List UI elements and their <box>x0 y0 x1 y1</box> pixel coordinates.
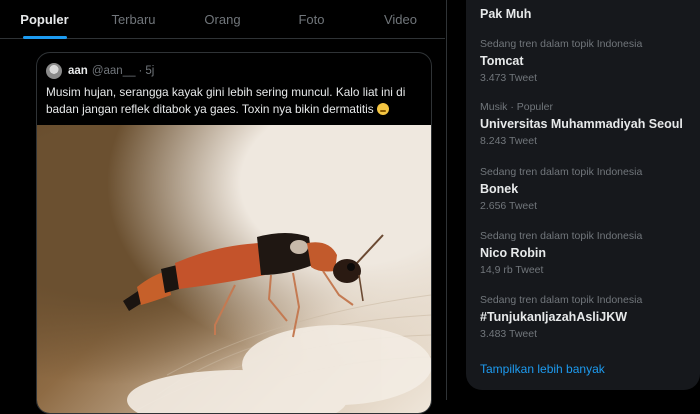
trend-item-tomcat[interactable]: Sedang tren dalam topik Indonesia Tomcat… <box>480 38 642 85</box>
search-tabs: Populer Terbaru Orang Foto Video <box>0 0 445 39</box>
tab-populer[interactable]: Populer <box>0 0 89 38</box>
trend-category: Sedang tren dalam topik Indonesia <box>480 166 643 178</box>
tab-foto[interactable]: Foto <box>267 0 356 38</box>
trend-item-pak-muh[interactable]: Pak Muh <box>480 4 531 22</box>
trend-count: 2.656 Tweet <box>480 200 538 212</box>
tab-label: Foto <box>298 11 325 27</box>
trend-item-universitas[interactable]: Musik · Populer Universitas Muhammadiyah… <box>480 101 683 148</box>
trend-name: Nico Robin <box>480 246 546 260</box>
trend-name: Tomcat <box>480 54 524 68</box>
tab-terbaru[interactable]: Terbaru <box>89 0 178 38</box>
previous-tweet-fragment <box>36 38 106 42</box>
quoted-tweet-card[interactable]: aan @aan__ · 5j Musim hujan, serangga ka… <box>36 52 432 414</box>
trend-count: 3.473 Tweet <box>480 72 538 84</box>
tweet-photo[interactable] <box>37 125 431 413</box>
tab-label: Populer <box>20 11 69 27</box>
trend-name: #TunjukanIjazahAsliJKW <box>480 310 628 324</box>
face-emoji-icon <box>376 103 389 115</box>
tab-label: Terbaru <box>111 11 156 27</box>
trend-name: Bonek <box>480 182 519 196</box>
tab-label: Video <box>383 11 417 27</box>
trend-category: Sedang tren dalam topik Indonesia <box>480 38 643 50</box>
tweet-header: aan @aan__ · 5j <box>46 63 154 79</box>
trend-count: 8.243 Tweet <box>480 135 538 147</box>
trend-category: Sedang tren dalam topik Indonesia <box>480 294 643 306</box>
tweet-separator: · <box>138 65 143 77</box>
tab-label: Orang <box>204 11 241 27</box>
trend-category: Sedang tren dalam topik Indonesia <box>480 230 643 242</box>
show-more-link[interactable]: Tampilkan lebih banyak <box>480 362 605 376</box>
trends-panel: Pak Muh Sedang tren dalam topik Indonesi… <box>466 0 700 400</box>
tweet-body: Musim hujan, serangga kayak gini lebih s… <box>46 84 422 118</box>
trend-name: Pak Muh <box>480 7 532 21</box>
tab-orang[interactable]: Orang <box>178 0 267 38</box>
trend-item-bonek[interactable]: Sedang tren dalam topik Indonesia Bonek … <box>480 166 642 213</box>
trend-category: Musik · Populer <box>480 101 553 113</box>
trend-count: 14,9 rb Tweet <box>480 264 544 276</box>
tab-video[interactable]: Video <box>356 0 445 38</box>
tweet-timestamp[interactable]: 5j <box>145 65 154 77</box>
trend-name: Universitas Muhammadiyah Seoul <box>480 117 683 131</box>
trend-item-nico-robin[interactable]: Sedang tren dalam topik Indonesia Nico R… <box>480 230 642 277</box>
tweet-author-name[interactable]: aan <box>68 65 88 77</box>
trend-item-tunjukan-ijazah[interactable]: Sedang tren dalam topik Indonesia #Tunju… <box>480 294 642 341</box>
trend-count: 3.483 Tweet <box>480 328 538 340</box>
tweet-text: Musim hujan, serangga kayak gini lebih s… <box>46 85 406 116</box>
column-divider <box>446 0 447 400</box>
avatar[interactable] <box>46 63 62 79</box>
tweet-author-handle: @aan__ <box>91 65 136 77</box>
rove-beetle-image <box>123 233 431 413</box>
